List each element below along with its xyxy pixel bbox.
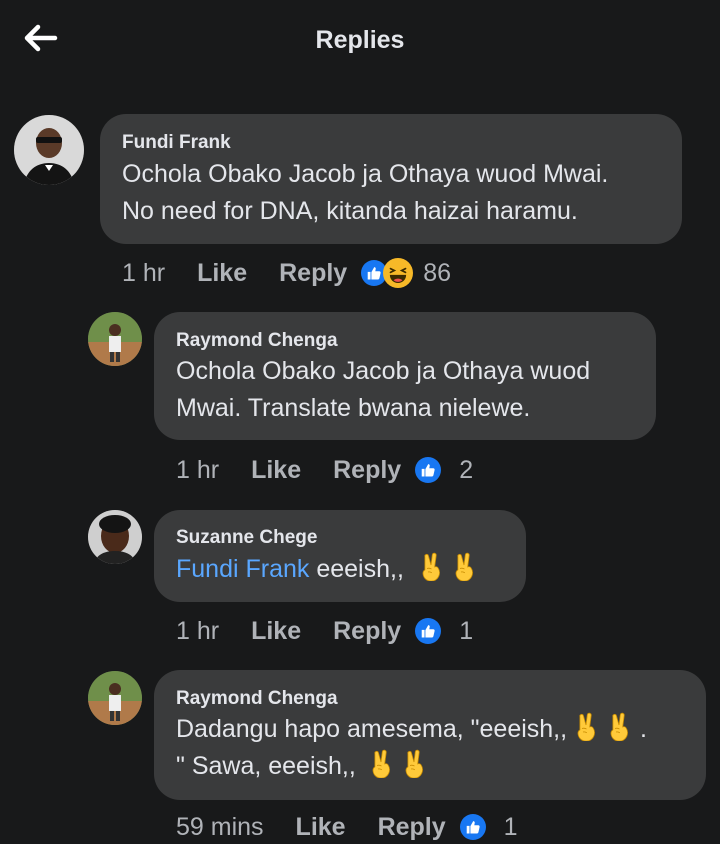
comment-actions: 59 mins Like Reply 1 xyxy=(176,810,518,844)
comment-actions: 1 hr Like Reply 86 xyxy=(122,256,451,290)
comment-author[interactable]: Raymond Chenga xyxy=(176,330,338,352)
comment-text-line-2: " Sawa, eeeish,, xyxy=(176,748,428,785)
reaction-summary[interactable] xyxy=(361,258,413,288)
victory-hand-emoji-icon xyxy=(452,551,478,581)
reply-button[interactable]: Reply xyxy=(333,617,401,646)
avatar[interactable] xyxy=(14,115,84,185)
comment-text-line-1: Dadangu hapo amesema, "eeeish,, . xyxy=(176,711,647,748)
comment-actions: 1 hr Like Reply 1 xyxy=(176,614,473,648)
reply-button[interactable]: Reply xyxy=(378,813,446,842)
like-button[interactable]: Like xyxy=(251,456,301,485)
comment-timestamp: 1 hr xyxy=(176,455,220,484)
laughing-emoji-icon xyxy=(383,258,413,288)
like-button[interactable]: Like xyxy=(197,259,247,288)
victory-hand-emoji-icon xyxy=(369,748,395,778)
comment-author[interactable]: Raymond Chenga xyxy=(176,688,338,710)
reaction-count: 2 xyxy=(459,455,474,484)
avatar[interactable] xyxy=(88,312,142,366)
thumbs-up-icon xyxy=(415,618,441,644)
comment-text-body: Dadangu hapo amesema, "eeeish,, xyxy=(176,715,568,743)
reaction-summary[interactable] xyxy=(460,814,486,840)
victory-hand-emoji-icon xyxy=(574,711,600,741)
reaction-count: 86 xyxy=(423,258,452,287)
comment-timestamp: 59 mins xyxy=(176,812,264,841)
like-button[interactable]: Like xyxy=(296,813,346,842)
comment-text-body: eeeish,, xyxy=(309,555,404,583)
thumbs-up-icon xyxy=(460,814,486,840)
page-title: Replies xyxy=(315,26,405,54)
reaction-summary[interactable] xyxy=(415,618,441,644)
top-bar: Replies xyxy=(0,0,720,84)
comment-text: Fundi Frank eeeish,, xyxy=(176,551,478,588)
comment-author[interactable]: Suzanne Chege xyxy=(176,527,317,549)
comment-timestamp: 1 hr xyxy=(176,616,220,645)
reply-button[interactable]: Reply xyxy=(333,456,401,485)
reply-button[interactable]: Reply xyxy=(279,259,347,288)
victory-hand-emoji-icon xyxy=(419,551,445,581)
comment-text-line-2: Mwai. Translate bwana nielewe. xyxy=(176,394,531,422)
comment-actions: 1 hr Like Reply 2 xyxy=(176,453,473,487)
comment-text-line-1: Ochola Obako Jacob ja Othaya wuod Mwai. xyxy=(122,160,609,188)
reaction-count: 1 xyxy=(503,812,518,841)
comment-text-body: " Sawa, eeeish,, xyxy=(176,752,356,780)
avatar[interactable] xyxy=(88,671,142,725)
comment-author[interactable]: Fundi Frank xyxy=(122,132,231,154)
like-button[interactable]: Like xyxy=(251,617,301,646)
mention-link[interactable]: Fundi Frank xyxy=(176,555,309,583)
comment-timestamp: 1 hr xyxy=(122,258,166,287)
thumbs-up-icon xyxy=(415,457,441,483)
comment-text-body: . xyxy=(639,715,647,743)
comment-text-line-2: No need for DNA, kitanda haizai haramu. xyxy=(122,197,578,225)
reaction-summary[interactable] xyxy=(415,457,441,483)
victory-hand-emoji-icon xyxy=(607,711,633,741)
avatar[interactable] xyxy=(88,510,142,564)
comment-text-line-1: Ochola Obako Jacob ja Othaya wuod xyxy=(176,357,591,385)
reaction-count: 1 xyxy=(459,616,474,645)
victory-hand-emoji-icon xyxy=(402,748,428,778)
